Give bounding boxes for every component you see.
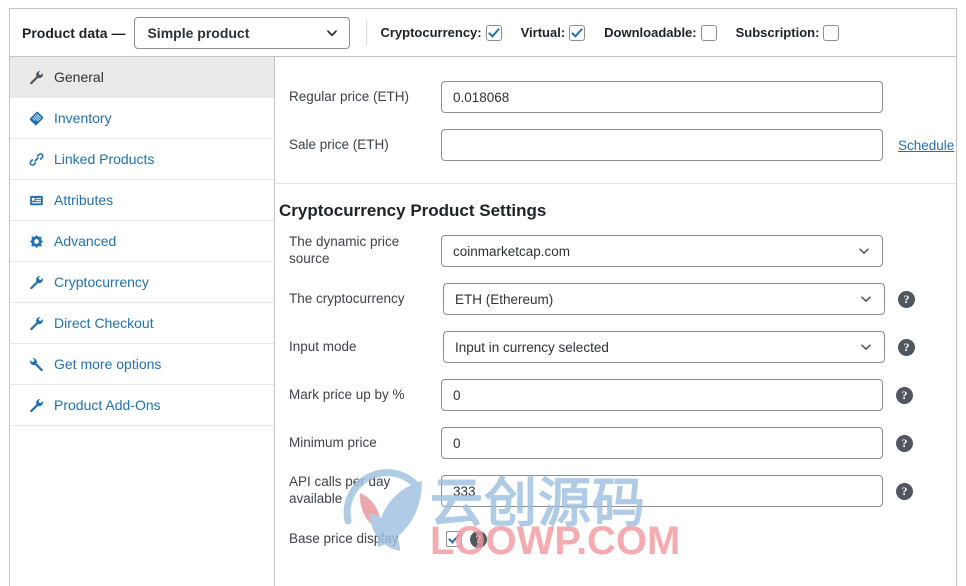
schedule-link[interactable]: Schedule [898, 138, 954, 153]
wrench-icon [27, 355, 45, 373]
crypto-section-heading: Cryptocurrency Product Settings [279, 201, 547, 220]
product-data-panel-screen: Product data — Simple product Cryptocurr… [0, 0, 966, 586]
mark-price-up-value: 0 [453, 387, 461, 403]
help-icon[interactable]: ? [896, 482, 913, 500]
header-divider [366, 19, 368, 46]
api-calls-label: API calls per day available [289, 474, 391, 506]
panel-body: General Inventory Linked Products Attrib… [10, 57, 956, 586]
flag-virtual-checkbox[interactable] [569, 24, 586, 41]
product-type-value: Simple product [147, 24, 250, 41]
help-icon[interactable]: ? [896, 434, 913, 452]
input-mode-value: Input in currency selected [455, 339, 609, 355]
sidebar-item-attributes-label: Attributes [54, 192, 114, 208]
base-price-display-label: Base price display [289, 530, 399, 546]
base-price-display-row: Base price display ? [275, 515, 956, 563]
wrench-icon [27, 396, 45, 414]
input-mode-label: Input mode [289, 338, 357, 354]
link-icon [27, 150, 45, 168]
sidebar-item-linked-products-label: Linked Products [54, 151, 155, 167]
api-calls-row: API calls per day available 333 ? [275, 467, 956, 515]
sidebar-item-inventory[interactable]: Inventory [10, 98, 274, 139]
sidebar-item-cryptocurrency-label: Cryptocurrency [54, 274, 149, 290]
sale-price-label: Sale price (ETH) [289, 136, 389, 152]
cryptocurrency-value: ETH (Ethereum) [455, 291, 554, 307]
chevron-down-icon [857, 244, 871, 258]
product-type-select[interactable]: Simple product [134, 16, 351, 49]
general-tab-content: Regular price (ETH) 0.018068 Sale price … [275, 57, 956, 586]
flag-subscription-label: Subscription: [735, 25, 820, 40]
sidebar-item-get-more-options[interactable]: Get more options [10, 344, 274, 385]
flag-virtual-label: Virtual: [520, 25, 566, 40]
api-calls-value: 333 [453, 483, 476, 499]
wrench-icon [27, 314, 45, 332]
sidebar-item-direct-checkout[interactable]: Direct Checkout [10, 303, 274, 344]
tag-icon [27, 109, 45, 127]
sidebar-item-product-add-ons-label: Product Add-Ons [54, 397, 161, 413]
minimum-price-row: Minimum price 0 ? [275, 419, 956, 467]
panel-title: Product data — [22, 24, 126, 41]
sidebar-item-direct-checkout-label: Direct Checkout [54, 315, 154, 331]
cryptocurrency-label: The cryptocurrency [289, 290, 405, 306]
cryptocurrency-row: The cryptocurrency ETH (Ethereum) ? [275, 275, 956, 323]
mark-price-up-row: Mark price up by % 0 ? [275, 371, 956, 419]
help-icon[interactable]: ? [470, 530, 487, 548]
sale-price-input[interactable] [441, 129, 883, 161]
minimum-price-label: Minimum price [289, 434, 377, 450]
regular-price-row: Regular price (ETH) 0.018068 [275, 73, 956, 121]
input-mode-row: Input mode Input in currency selected ? [275, 323, 956, 371]
dynamic-price-source-label: The dynamic price source [289, 234, 400, 266]
sidebar-item-advanced[interactable]: Advanced [10, 221, 274, 262]
sidebar-item-get-more-options-label: Get more options [54, 356, 162, 372]
minimum-price-value: 0 [453, 435, 461, 451]
sidebar-item-product-add-ons[interactable]: Product Add-Ons [10, 385, 274, 426]
mark-price-up-label: Mark price up by % [289, 386, 405, 402]
sidebar-item-general[interactable]: General [10, 57, 274, 98]
help-icon[interactable]: ? [898, 338, 915, 356]
chevron-down-icon [859, 292, 873, 306]
help-icon[interactable]: ? [898, 290, 915, 308]
sidebar-item-inventory-label: Inventory [54, 110, 112, 126]
regular-price-input[interactable]: 0.018068 [441, 81, 883, 113]
list-box-icon [27, 191, 45, 209]
cryptocurrency-select[interactable]: ETH (Ethereum) [443, 283, 885, 315]
flag-cryptocurrency[interactable]: Cryptocurrency: [380, 24, 502, 41]
help-icon[interactable]: ? [896, 386, 913, 404]
regular-price-label: Regular price (ETH) [289, 88, 410, 104]
mark-price-up-input[interactable]: 0 [441, 379, 883, 411]
input-mode-select[interactable]: Input in currency selected [443, 331, 885, 363]
product-data-panel: Product data — Simple product Cryptocurr… [9, 8, 957, 586]
sale-price-row: Sale price (ETH) Schedule [275, 121, 956, 169]
chevron-down-icon [859, 340, 873, 354]
wrench-icon [27, 273, 45, 291]
base-price-display-checkbox[interactable] [446, 531, 462, 547]
flag-downloadable-checkbox[interactable] [700, 24, 717, 41]
flag-downloadable[interactable]: Downloadable: [604, 24, 717, 41]
api-calls-input[interactable]: 333 [441, 475, 883, 507]
sidebar-item-general-label: General [54, 69, 104, 85]
panel-header: Product data — Simple product Cryptocurr… [10, 9, 956, 57]
flag-subscription[interactable]: Subscription: [735, 24, 840, 41]
dynamic-price-source-value: coinmarketcap.com [453, 243, 571, 259]
flag-subscription-checkbox[interactable] [823, 24, 840, 41]
minimum-price-input[interactable]: 0 [441, 427, 883, 459]
pricing-section: Regular price (ETH) 0.018068 Sale price … [275, 57, 956, 184]
flag-virtual[interactable]: Virtual: [520, 24, 586, 41]
flag-downloadable-label: Downloadable: [604, 25, 697, 40]
dynamic-price-source-select[interactable]: coinmarketcap.com [441, 235, 883, 267]
wrench-icon [27, 68, 45, 86]
sidebar-item-linked-products[interactable]: Linked Products [10, 139, 274, 180]
dynamic-price-source-row: The dynamic price source coinmarketcap.c… [275, 227, 956, 275]
gear-icon [27, 232, 45, 250]
chevron-down-icon [325, 26, 339, 40]
flag-cryptocurrency-label: Cryptocurrency: [380, 25, 482, 40]
sidebar-item-attributes[interactable]: Attributes [10, 180, 274, 221]
sidebar-item-cryptocurrency[interactable]: Cryptocurrency [10, 262, 274, 303]
regular-price-value: 0.018068 [453, 89, 510, 105]
product-data-tabs: General Inventory Linked Products Attrib… [10, 57, 275, 586]
sidebar-item-advanced-label: Advanced [54, 233, 117, 249]
flag-cryptocurrency-checkbox[interactable] [485, 24, 502, 41]
product-flags-group: Cryptocurrency: Virtual: Downloadable: S… [380, 24, 840, 41]
